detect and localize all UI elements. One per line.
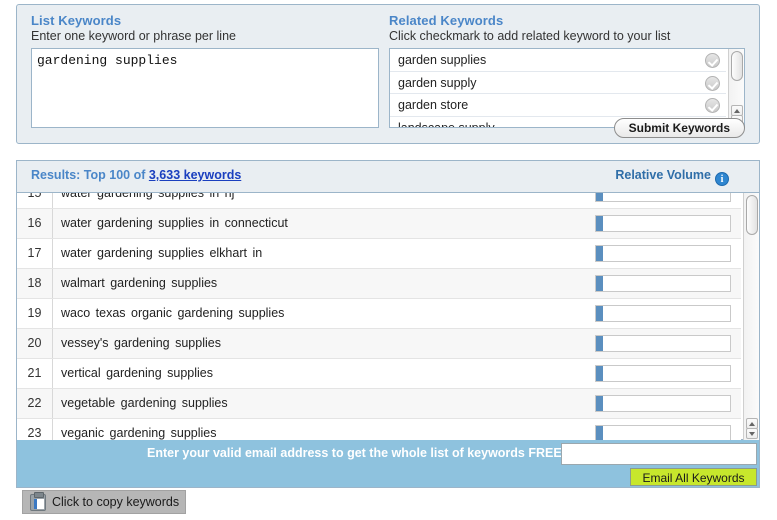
submit-keywords-button[interactable]: Submit Keywords <box>613 118 745 138</box>
keywords-textarea[interactable] <box>31 48 379 128</box>
checkmark-icon[interactable] <box>705 98 720 113</box>
relative-volume-bar <box>595 335 731 352</box>
row-keyword: vegetable gardening supplies <box>61 396 228 410</box>
relative-volume-bar-fill <box>596 193 603 201</box>
relative-volume-label: Relative Volume <box>615 168 711 182</box>
table-row[interactable]: 15 water gardening supplies in nj <box>17 193 741 209</box>
row-index: 17 <box>17 239 53 268</box>
list-keywords-column: List Keywords Enter one keyword or phras… <box>31 13 381 131</box>
checkmark-icon[interactable] <box>705 75 720 91</box>
related-keywords-list: garden supplies garden supply garden store… <box>390 49 726 128</box>
relative-volume-bar <box>595 245 731 262</box>
results-scroll-down-arrow-icon[interactable] <box>746 428 758 439</box>
clipboard-icon <box>30 492 46 511</box>
related-keyword-label: garden store <box>398 98 469 112</box>
related-keywords-column: Related Keywords Click checkmark to add … <box>389 13 747 128</box>
keyword-entry-panel: List Keywords Enter one keyword or phras… <box>16 4 760 144</box>
row-index: 16 <box>17 209 53 238</box>
results-scrollbar-thumb[interactable] <box>746 195 758 235</box>
relative-volume-bar-fill <box>596 426 603 440</box>
table-row[interactable]: 22 vegetable gardening supplies <box>17 389 741 419</box>
table-row[interactable]: 17 water gardening supplies elkhart in <box>17 239 741 269</box>
relative-volume-bar <box>595 305 731 322</box>
row-index: 22 <box>17 389 53 418</box>
relative-volume-bar <box>595 215 731 232</box>
relative-volume-bar <box>595 365 731 382</box>
row-keyword: walmart gardening supplies <box>61 276 218 290</box>
row-keyword: vertical gardening supplies <box>61 366 214 380</box>
results-title: Results: Top 100 of 3,633 keywords <box>31 168 241 182</box>
table-row[interactable]: 16 water gardening supplies in connecticu… <box>17 209 741 239</box>
relative-volume-bar-fill <box>596 216 603 231</box>
row-keyword: waco texas organic gardening supplies <box>61 306 285 320</box>
relative-volume-bar <box>595 395 731 412</box>
keyword-count-link[interactable]: 3,633 keywords <box>149 168 241 182</box>
related-keywords-title: Related Keywords <box>389 13 504 28</box>
related-keyword-label: landscape supply <box>398 120 495 128</box>
relative-volume-bar <box>595 193 731 202</box>
related-keyword-label: garden supply <box>398 75 477 90</box>
copy-keywords-label: Click to copy keywords <box>52 495 180 509</box>
results-rows: 15 water gardening supplies in nj 16 water … <box>17 193 741 440</box>
related-keywords-scrollbar[interactable] <box>728 49 744 127</box>
checkmark-icon[interactable] <box>705 53 720 68</box>
results-header: Results: Top 100 of 3,633 keywords Relat… <box>17 161 759 193</box>
relative-volume-bar <box>595 275 731 292</box>
relative-volume-bar-fill <box>596 396 603 411</box>
row-index: 15 <box>17 193 53 208</box>
email-input[interactable] <box>561 443 757 465</box>
email-prompt-label: Enter your valid email address to get th… <box>147 446 566 460</box>
row-keyword: water gardening supplies in nj <box>61 193 235 200</box>
row-index: 19 <box>17 299 53 328</box>
table-row[interactable]: 20 vessey's gardening supplies <box>17 329 741 359</box>
results-scrollbar[interactable] <box>743 193 759 440</box>
row-index: 23 <box>17 419 53 440</box>
relative-volume-bar <box>595 425 731 440</box>
relative-volume-bar-fill <box>596 276 603 291</box>
email-capture-bar: Enter your valid email address to get th… <box>16 440 760 488</box>
table-row[interactable]: 18 walmart gardening supplies <box>17 269 741 299</box>
list-keywords-title: List Keywords <box>31 13 122 28</box>
results-title-prefix: Results: Top 100 of <box>31 168 146 182</box>
related-keyword-item[interactable]: garden store <box>390 94 726 117</box>
results-scrollbar-arrows[interactable] <box>746 418 758 439</box>
related-scrollbar-thumb[interactable] <box>731 51 743 81</box>
row-index: 20 <box>17 329 53 358</box>
related-keyword-item[interactable]: garden supplies <box>390 49 726 72</box>
row-keyword: vessey's gardening supplies <box>61 336 221 350</box>
table-row[interactable]: 21 vertical gardening supplies <box>17 359 741 389</box>
row-keyword: veganic gardening supplies <box>61 426 217 440</box>
related-keyword-item[interactable]: garden supply <box>390 71 726 94</box>
table-row[interactable]: 23 veganic gardening supplies <box>17 419 741 440</box>
relative-volume-bar-fill <box>596 306 603 321</box>
row-index: 21 <box>17 359 53 388</box>
related-keywords-listbox: garden supplies garden supply garden store… <box>389 48 745 128</box>
email-all-keywords-button[interactable]: Email All Keywords <box>630 468 757 486</box>
related-keywords-subtitle: Click checkmark to add related keyword t… <box>389 29 671 43</box>
relative-volume-bar-fill <box>596 246 603 261</box>
relative-volume-bar-fill <box>596 366 603 381</box>
relative-volume-bar-fill <box>596 336 603 351</box>
row-keyword: water gardening supplies in connecticut <box>61 216 288 230</box>
related-keyword-label: garden supplies <box>398 53 487 67</box>
keyword-tool-page: List Keywords Enter one keyword or phras… <box>0 0 777 520</box>
row-keyword: water gardening supplies elkhart in <box>61 246 263 260</box>
results-panel: Results: Top 100 of 3,633 keywords Relat… <box>16 160 760 440</box>
results-body: 15 water gardening supplies in nj 16 water … <box>17 193 759 440</box>
results-rows-viewport: 15 water gardening supplies in nj 16 water … <box>17 193 741 440</box>
info-icon[interactable]: i <box>715 172 729 186</box>
relative-volume-header: Relative Volume i <box>615 168 729 186</box>
table-row[interactable]: 19 waco texas organic gardening supplies <box>17 299 741 329</box>
list-keywords-subtitle: Enter one keyword or phrase per line <box>31 29 236 43</box>
copy-keywords-button[interactable]: Click to copy keywords <box>22 490 186 514</box>
row-index: 18 <box>17 269 53 298</box>
